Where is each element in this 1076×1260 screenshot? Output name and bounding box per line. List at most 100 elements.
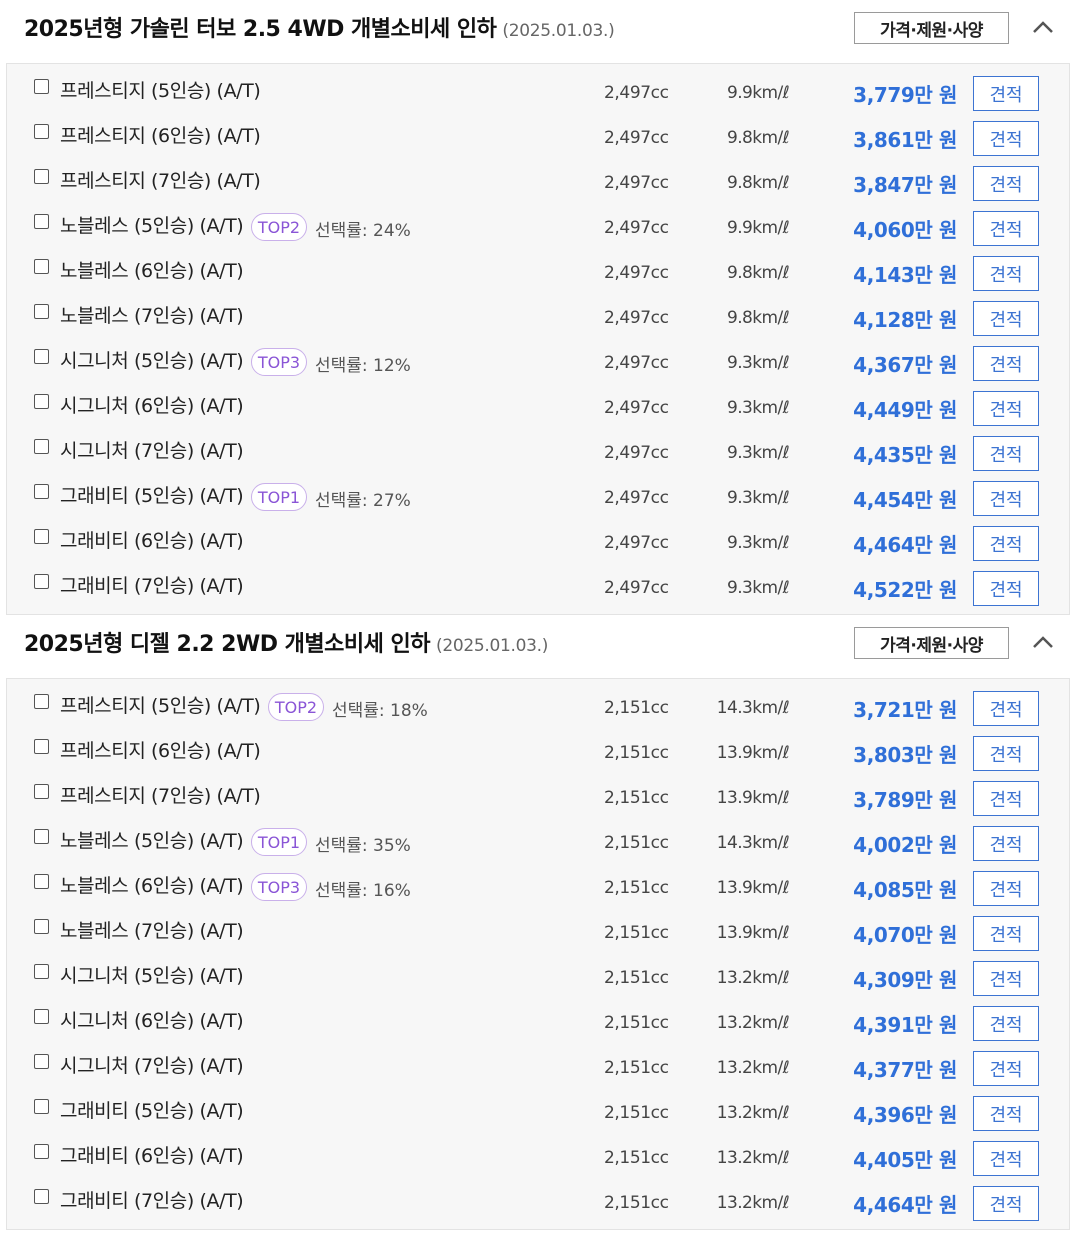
quote-button[interactable]: 견적 bbox=[973, 961, 1039, 996]
trim-price: 4,070만 원 bbox=[853, 923, 957, 947]
trim-checkbox[interactable] bbox=[34, 439, 49, 454]
trim-checkbox[interactable] bbox=[34, 964, 49, 979]
section-title-text: 2025년형 가솔린 터보 2.5 4WD 개별소비세 인하 bbox=[24, 17, 497, 42]
trim-checkbox[interactable] bbox=[34, 874, 49, 889]
fuel-efficiency: 13.2km/ℓ bbox=[716, 1103, 790, 1123]
fuel-efficiency: 13.2km/ℓ bbox=[716, 1193, 790, 1213]
trim-price: 3,789만 원 bbox=[853, 788, 957, 812]
trim-row: 노블레스 (7인승) (A/T) 2,497cc 9.8km/ℓ 4,128만 … bbox=[7, 294, 1069, 339]
quote-button[interactable]: 견적 bbox=[973, 301, 1039, 336]
collapse-button[interactable] bbox=[1030, 629, 1056, 655]
fuel-efficiency: 13.9km/ℓ bbox=[716, 788, 790, 808]
trim-checkbox[interactable] bbox=[34, 694, 49, 709]
quote-button[interactable]: 견적 bbox=[973, 481, 1039, 516]
trim-checkbox[interactable] bbox=[34, 304, 49, 319]
trim-price: 4,002만 원 bbox=[853, 833, 957, 857]
quote-button[interactable]: 견적 bbox=[973, 916, 1039, 951]
quote-button[interactable]: 견적 bbox=[973, 1141, 1039, 1176]
quote-button[interactable]: 견적 bbox=[973, 76, 1039, 111]
trim-row: 시그니처 (7인승) (A/T) 2,497cc 9.3km/ℓ 4,435만 … bbox=[7, 429, 1069, 474]
trim-row: 프레스티지 (6인승) (A/T) 2,151cc 13.9km/ℓ 3,803… bbox=[7, 729, 1069, 774]
trim-checkbox[interactable] bbox=[34, 529, 49, 544]
quote-button[interactable]: 견적 bbox=[973, 256, 1039, 291]
popularity-badge: TOP3 bbox=[251, 348, 307, 376]
quote-button[interactable]: 견적 bbox=[973, 1096, 1039, 1131]
displacement: 2,151cc bbox=[604, 1058, 669, 1078]
trim-name: 시그니처 (7인승) (A/T) bbox=[60, 440, 244, 462]
trim-price: 4,464만 원 bbox=[853, 1193, 957, 1217]
displacement: 2,497cc bbox=[604, 128, 669, 148]
quote-button[interactable]: 견적 bbox=[973, 211, 1039, 246]
quote-button[interactable]: 견적 bbox=[973, 1006, 1039, 1041]
quote-button[interactable]: 견적 bbox=[973, 871, 1039, 906]
trim-checkbox[interactable] bbox=[34, 214, 49, 229]
trim-section: 2025년형 가솔린 터보 2.5 4WD 개별소비세 인하 (2025.01.0… bbox=[0, 0, 1076, 615]
fuel-efficiency: 9.3km/ℓ bbox=[727, 488, 790, 508]
trim-price: 4,449만 원 bbox=[853, 398, 957, 422]
fuel-efficiency: 13.2km/ℓ bbox=[716, 1013, 790, 1033]
trim-checkbox[interactable] bbox=[34, 1099, 49, 1114]
trim-name: 노블레스 (7인승) (A/T) bbox=[60, 305, 244, 327]
trim-price: 4,454만 원 bbox=[853, 488, 957, 512]
quote-button[interactable]: 견적 bbox=[973, 826, 1039, 861]
trim-row: 그래비티 (5인승) (A/T) 2,151cc 13.2km/ℓ 4,396만… bbox=[7, 1089, 1069, 1134]
trim-checkbox[interactable] bbox=[34, 1009, 49, 1024]
trim-checkbox[interactable] bbox=[34, 79, 49, 94]
displacement: 2,497cc bbox=[604, 353, 669, 373]
trim-price: 3,861만 원 bbox=[853, 128, 957, 152]
quote-button[interactable]: 견적 bbox=[973, 691, 1039, 726]
quote-button[interactable]: 견적 bbox=[973, 571, 1039, 606]
selection-rate: 선택률: 12% bbox=[315, 356, 411, 376]
displacement: 2,151cc bbox=[604, 1013, 669, 1033]
displacement: 2,151cc bbox=[604, 1103, 669, 1123]
trim-checkbox[interactable] bbox=[34, 349, 49, 364]
quote-button[interactable]: 견적 bbox=[973, 736, 1039, 771]
trim-name: 노블레스 (5인승) (A/T) bbox=[60, 215, 244, 237]
collapse-button[interactable] bbox=[1030, 14, 1056, 40]
price-spec-button[interactable]: 가격·제원·사양 bbox=[854, 12, 1009, 44]
quote-button[interactable]: 견적 bbox=[973, 1051, 1039, 1086]
trim-row: 노블레스 (6인승) (A/T) TOP3 선택률: 16% 2,151cc 1… bbox=[7, 864, 1069, 909]
fuel-efficiency: 13.2km/ℓ bbox=[716, 968, 790, 988]
trim-checkbox[interactable] bbox=[34, 739, 49, 754]
trim-checkbox[interactable] bbox=[34, 1054, 49, 1069]
trim-checkbox[interactable] bbox=[34, 1144, 49, 1159]
quote-button[interactable]: 견적 bbox=[973, 526, 1039, 561]
trim-row: 노블레스 (5인승) (A/T) TOP1 선택률: 35% 2,151cc 1… bbox=[7, 819, 1069, 864]
quote-button[interactable]: 견적 bbox=[973, 346, 1039, 381]
trim-list: 프레스티지 (5인승) (A/T) 2,497cc 9.9km/ℓ 3,779만… bbox=[6, 63, 1070, 615]
trim-checkbox[interactable] bbox=[34, 124, 49, 139]
selection-rate: 선택률: 24% bbox=[315, 221, 411, 241]
price-spec-button[interactable]: 가격·제원·사양 bbox=[854, 627, 1009, 659]
displacement: 2,151cc bbox=[604, 968, 669, 988]
trim-name: 프레스티지 (6인승) (A/T) bbox=[60, 125, 261, 147]
trim-checkbox[interactable] bbox=[34, 919, 49, 934]
trim-checkbox[interactable] bbox=[34, 574, 49, 589]
fuel-efficiency: 9.3km/ℓ bbox=[727, 578, 790, 598]
trim-row: 시그니처 (7인승) (A/T) 2,151cc 13.2km/ℓ 4,377만… bbox=[7, 1044, 1069, 1089]
trim-row: 그래비티 (5인승) (A/T) TOP1 선택률: 27% 2,497cc 9… bbox=[7, 474, 1069, 519]
trim-price: 4,391만 원 bbox=[853, 1013, 957, 1037]
trim-checkbox[interactable] bbox=[34, 484, 49, 499]
quote-button[interactable]: 견적 bbox=[973, 436, 1039, 471]
quote-button[interactable]: 견적 bbox=[973, 166, 1039, 201]
displacement: 2,151cc bbox=[604, 878, 669, 898]
fuel-efficiency: 13.9km/ℓ bbox=[716, 743, 790, 763]
trim-row: 그래비티 (7인승) (A/T) 2,151cc 13.2km/ℓ 4,464만… bbox=[7, 1179, 1069, 1224]
trim-name: 프레스티지 (5인승) (A/T) bbox=[60, 695, 261, 717]
trim-checkbox[interactable] bbox=[34, 829, 49, 844]
displacement: 2,151cc bbox=[604, 743, 669, 763]
quote-button[interactable]: 견적 bbox=[973, 1186, 1039, 1221]
trim-checkbox[interactable] bbox=[34, 784, 49, 799]
fuel-efficiency: 9.8km/ℓ bbox=[727, 263, 790, 283]
trim-checkbox[interactable] bbox=[34, 394, 49, 409]
displacement: 2,151cc bbox=[604, 1148, 669, 1168]
quote-button[interactable]: 견적 bbox=[973, 391, 1039, 426]
trim-name: 프레스티지 (6인승) (A/T) bbox=[60, 740, 261, 762]
trim-checkbox[interactable] bbox=[34, 1189, 49, 1204]
quote-button[interactable]: 견적 bbox=[973, 781, 1039, 816]
quote-button[interactable]: 견적 bbox=[973, 121, 1039, 156]
trim-checkbox[interactable] bbox=[34, 259, 49, 274]
trim-name: 시그니처 (6인승) (A/T) bbox=[60, 395, 244, 417]
trim-checkbox[interactable] bbox=[34, 169, 49, 184]
